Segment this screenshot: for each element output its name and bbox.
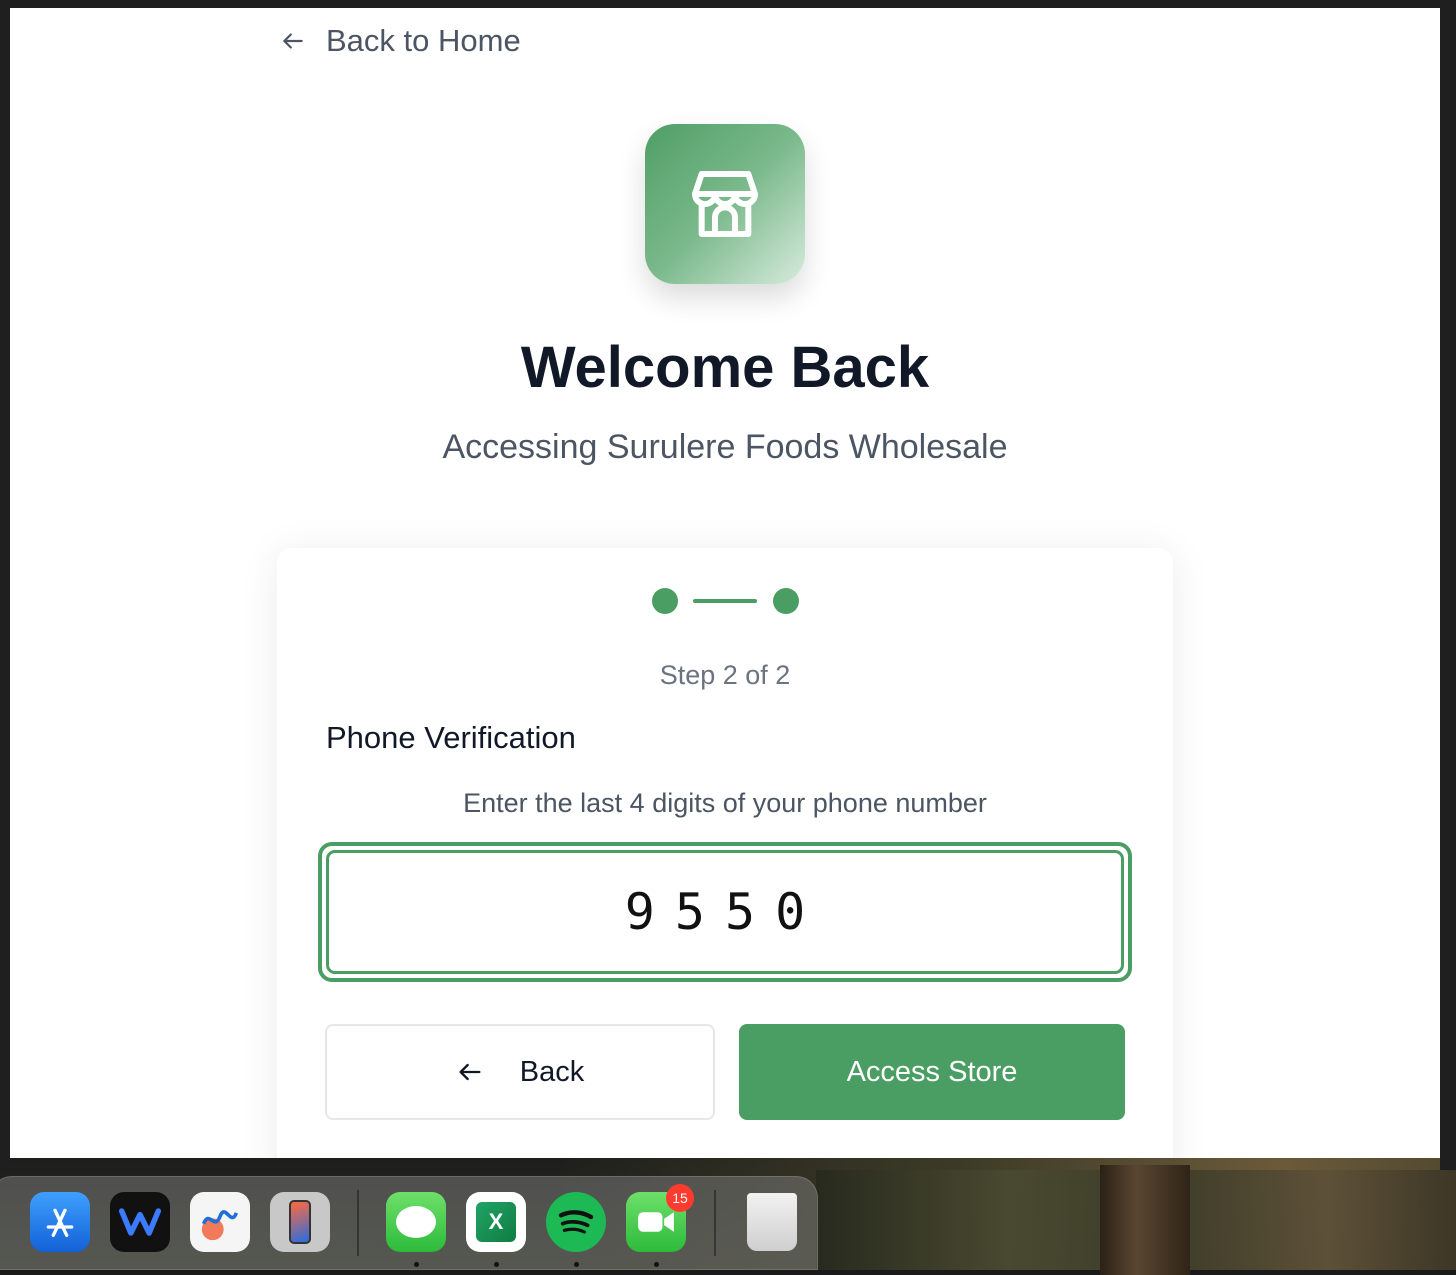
page-title: Welcome Back — [520, 335, 930, 400]
step-indicator — [652, 588, 800, 614]
step-label: Step 2 of 2 — [659, 660, 791, 690]
store-icon — [692, 171, 758, 237]
back-button-label: Back — [519, 1055, 585, 1088]
page-subtitle: Accessing Surulere Foods Wholesale — [442, 428, 1008, 466]
trash-icon[interactable] — [742, 1192, 802, 1252]
browser-window: Back to Home Welcome Back Accessing Suru… — [10, 8, 1440, 1158]
iphone-mirroring-icon[interactable] — [270, 1192, 330, 1252]
running-indicator — [574, 1262, 579, 1267]
dock-separator — [357, 1190, 359, 1256]
back-button[interactable]: Back — [325, 1024, 715, 1120]
arrow-left-icon — [283, 33, 303, 49]
phone-digits-input[interactable]: 9550 — [318, 842, 1132, 982]
arrow-left-icon — [459, 1063, 481, 1081]
step-dot-1 — [652, 588, 678, 614]
window-frame-right — [1440, 0, 1456, 1170]
running-indicator — [494, 1262, 499, 1267]
dock-separator — [714, 1190, 716, 1256]
step-dot-2 — [773, 588, 799, 614]
freeform-icon[interactable] — [190, 1192, 250, 1252]
access-store-label: Access Store — [846, 1055, 1018, 1088]
excel-icon[interactable]: X — [466, 1192, 526, 1252]
running-indicator — [414, 1262, 419, 1267]
access-store-button[interactable]: Access Store — [739, 1024, 1125, 1120]
running-indicator — [654, 1262, 659, 1267]
wallpaper-tree-trunk — [1100, 1165, 1190, 1275]
window-frame-left — [0, 0, 10, 1170]
facetime-badge: 15 — [666, 1184, 694, 1212]
window-frame-top — [0, 0, 1456, 8]
spotify-icon[interactable] — [546, 1192, 606, 1252]
phone-digits-value[interactable]: 9550 — [326, 850, 1124, 974]
section-title: Phone Verification — [326, 720, 576, 755]
back-to-home-label: Back to Home — [326, 23, 521, 58]
app-store-icon[interactable] — [30, 1192, 90, 1252]
step-connector — [693, 599, 757, 603]
back-to-home-link[interactable]: Back to Home — [280, 16, 521, 66]
messages-icon[interactable] — [386, 1192, 446, 1252]
webex-icon[interactable] — [110, 1192, 170, 1252]
instruction-text: Enter the last 4 digits of your phone nu… — [463, 788, 987, 818]
store-logo — [645, 124, 805, 284]
